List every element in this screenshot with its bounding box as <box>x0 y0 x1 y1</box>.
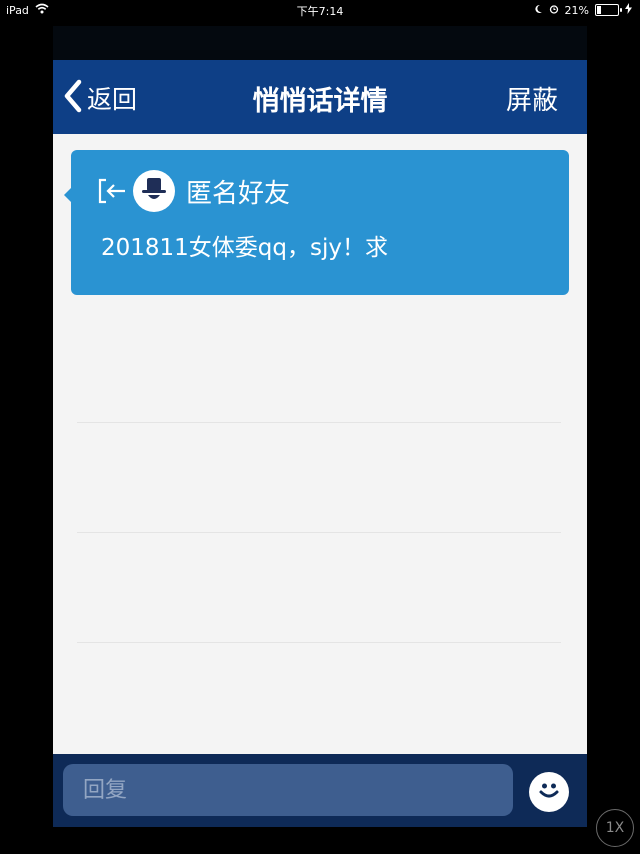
message-card[interactable]: 匿名好友 201811女体委qq，sjy！求 <box>64 150 569 295</box>
message-text: 201811女体委qq，sjy！求 <box>101 235 388 261</box>
smiley-icon <box>534 775 564 809</box>
charging-icon <box>625 3 632 17</box>
emoji-button[interactable] <box>529 772 569 812</box>
battery-icon <box>595 4 622 16</box>
message-list: 匿名好友 201811女体委qq，sjy！求 <box>53 134 587 754</box>
alarm-icon <box>549 4 559 17</box>
reply-bar <box>53 754 587 827</box>
divider <box>77 422 561 423</box>
app-frame-top <box>53 26 587 60</box>
divider <box>77 532 561 533</box>
moon-icon <box>533 4 543 17</box>
zoom-button[interactable]: 1X <box>596 809 634 847</box>
nav-bar: 返回 悄悄话详情 屏蔽 <box>53 60 587 134</box>
status-bar: iPad 下午7:14 21% <box>0 0 640 20</box>
reply-field-container <box>63 764 513 816</box>
divider <box>77 642 561 643</box>
reply-input[interactable] <box>63 764 513 816</box>
message-header: 匿名好友 <box>97 170 290 212</box>
battery-percent: 21% <box>564 3 589 17</box>
exit-icon <box>97 175 129 207</box>
status-right: 21% <box>533 3 632 17</box>
sender-name: 匿名好友 <box>186 178 291 209</box>
anonymous-avatar-icon <box>133 170 175 212</box>
app-window: 返回 悄悄话详情 屏蔽 匿名好友 201811女体委qq，sjy！求 回复 <box>53 60 587 827</box>
block-button[interactable]: 屏蔽 <box>506 80 558 117</box>
battery-fill <box>597 6 602 14</box>
